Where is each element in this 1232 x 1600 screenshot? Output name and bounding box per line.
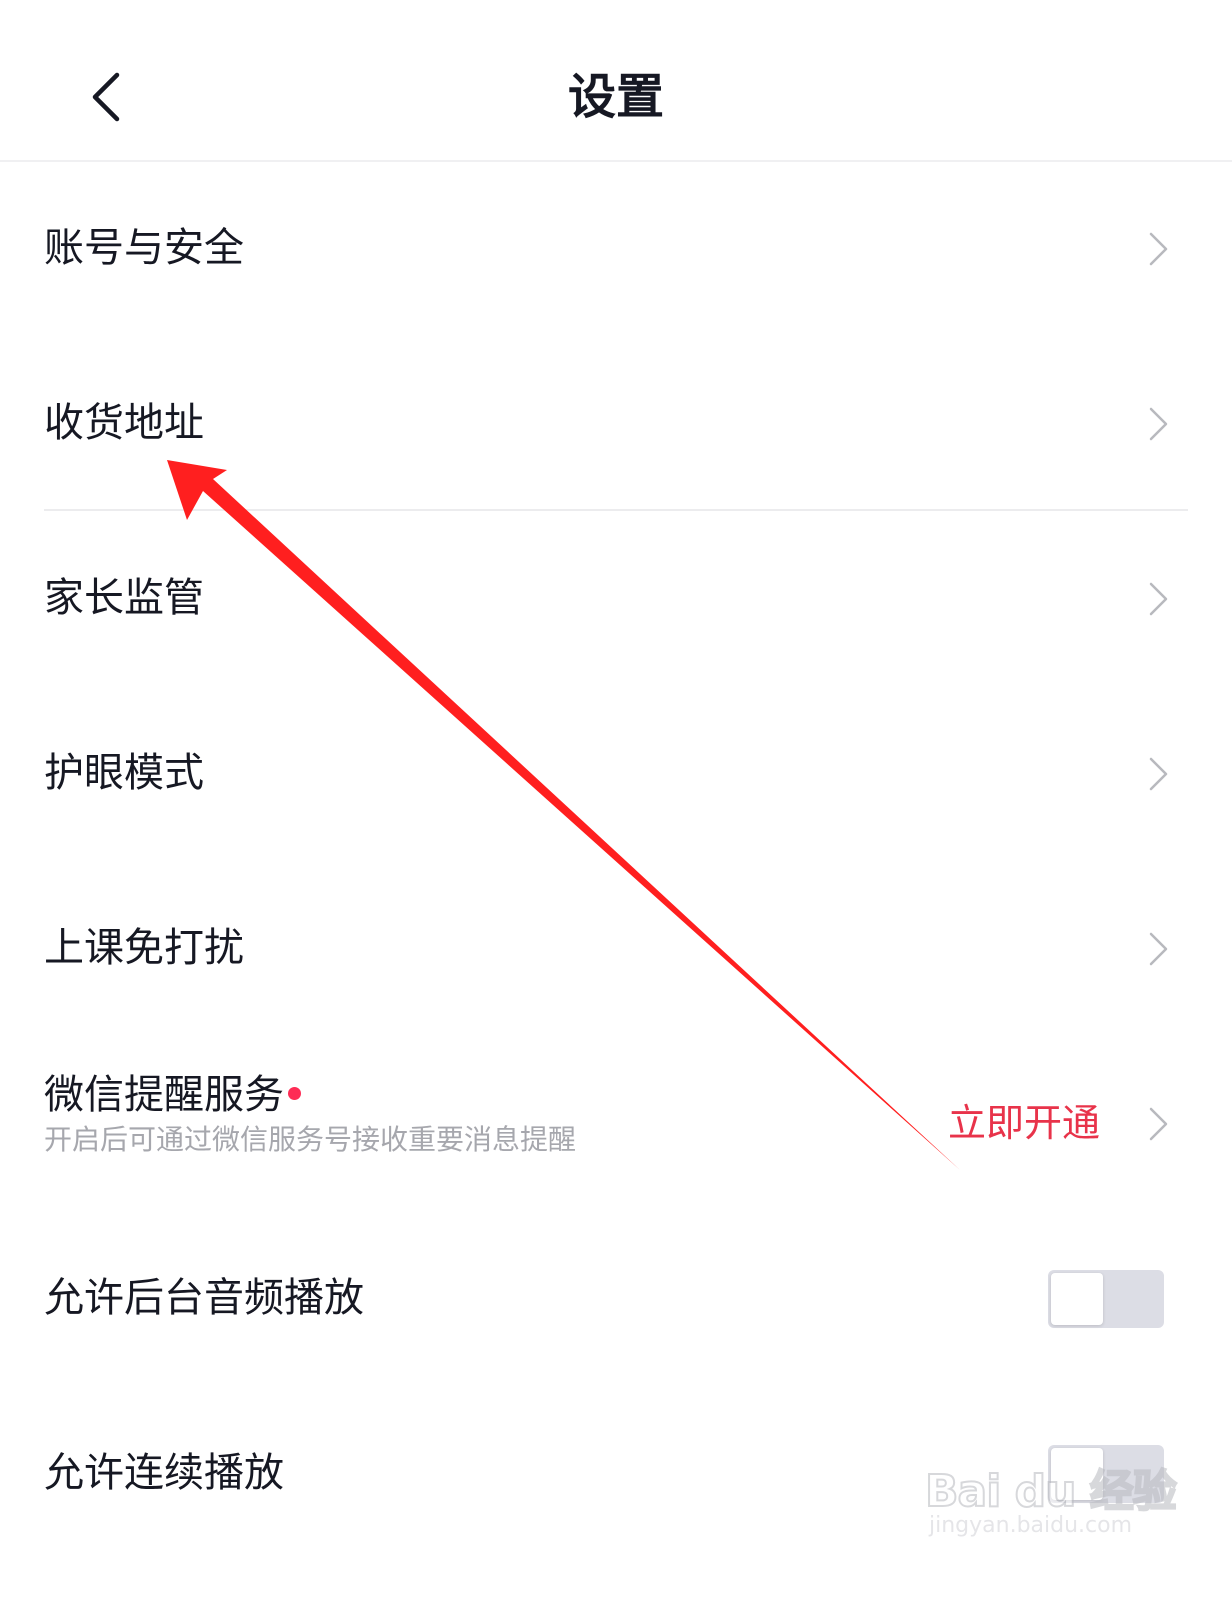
settings-item-label: 家长监管 xyxy=(44,575,204,621)
settings-item-subtitle: 开启后可通过微信服务号接收重要消息提醒 xyxy=(44,1123,577,1156)
settings-item-account-security[interactable]: 账号与安全 xyxy=(0,162,1232,337)
settings-item-label-wrap: 微信提醒服务 xyxy=(44,1067,301,1123)
chevron-right-icon xyxy=(1149,407,1168,441)
settings-item-label: 收货地址 xyxy=(44,400,204,446)
settings-item-continuous-play: 允许连续播放 xyxy=(0,1387,1232,1562)
settings-item-eye-protection[interactable]: 护眼模式 xyxy=(0,687,1232,862)
chevron-right-icon xyxy=(1149,1107,1168,1141)
chevron-right-icon xyxy=(1149,757,1168,791)
settings-item-parental-control[interactable]: 家长监管 xyxy=(0,512,1232,687)
settings-item-background-audio: 允许后台音频播放 xyxy=(0,1212,1232,1387)
settings-item-shipping-address[interactable]: 收货地址 xyxy=(0,337,1232,512)
page-title: 设置 xyxy=(567,69,664,125)
chevron-right-icon xyxy=(1149,932,1168,966)
toggle-knob xyxy=(1051,1273,1103,1325)
settings-item-label: 账号与安全 xyxy=(44,225,244,271)
enable-now-link[interactable]: 立即开通 xyxy=(948,1095,1100,1151)
chevron-right-icon xyxy=(1149,232,1168,266)
settings-item-label: 护眼模式 xyxy=(44,750,204,796)
background-audio-toggle[interactable] xyxy=(1048,1270,1164,1328)
continuous-play-toggle[interactable] xyxy=(1048,1445,1164,1503)
new-badge-dot xyxy=(288,1086,301,1100)
toggle-knob xyxy=(1051,1448,1103,1500)
settings-item-label: 微信提醒服务 xyxy=(44,1072,284,1118)
settings-item-class-dnd[interactable]: 上课免打扰 xyxy=(0,862,1232,1037)
settings-item-label: 上课免打扰 xyxy=(44,925,244,971)
chevron-right-icon xyxy=(1149,582,1168,616)
header-bar: 设置 xyxy=(0,0,1232,162)
settings-item-label: 允许连续播放 xyxy=(44,1450,284,1496)
settings-item-label: 允许后台音频播放 xyxy=(44,1275,364,1321)
settings-item-wechat-reminder[interactable]: 微信提醒服务 开启后可通过微信服务号接收重要消息提醒 立即开通 xyxy=(0,1037,1232,1212)
section-divider xyxy=(44,509,1188,511)
